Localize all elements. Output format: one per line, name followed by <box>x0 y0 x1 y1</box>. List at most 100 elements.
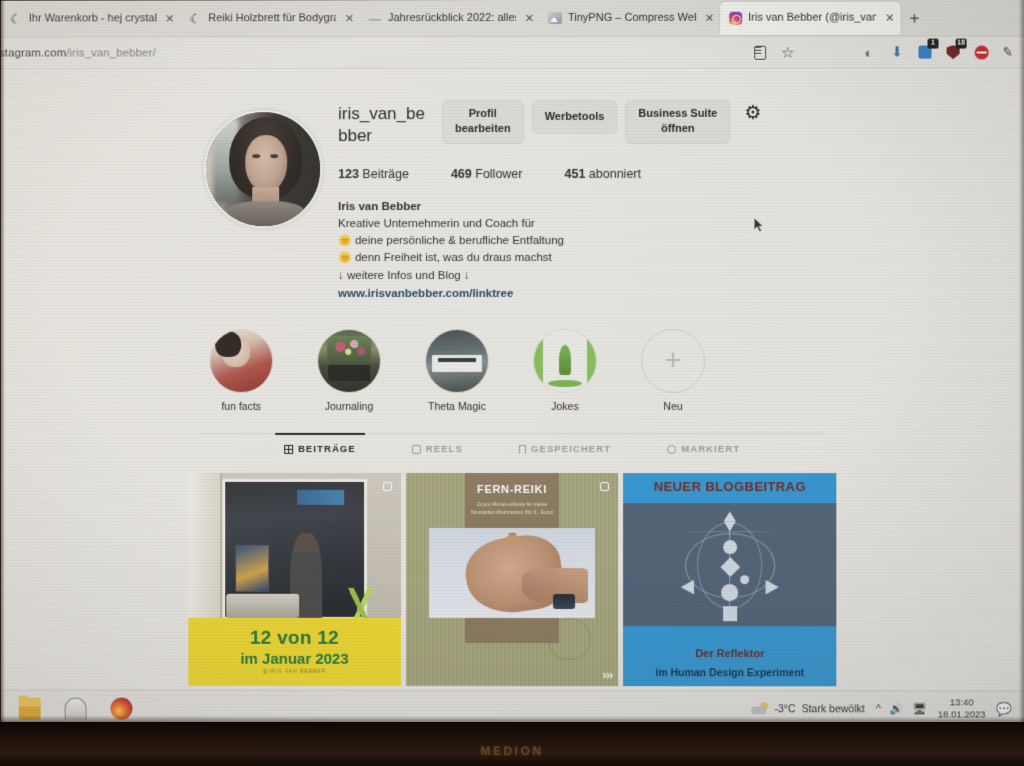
post-fern-reiki[interactable]: FERN-REIKI 2x pro Monat exklusiv für mei… <box>405 472 619 686</box>
clock-date: 18.01.2023 <box>937 708 986 721</box>
close-icon[interactable]: ✕ <box>342 12 354 25</box>
business-suite-line2: öffnen <box>661 122 695 135</box>
stat-posts[interactable]: 123 Beiträge <box>338 167 409 181</box>
address-bar[interactable]: stagram.com/iris_van_bebber/ <box>1 47 156 59</box>
moon-icon: ☾ <box>9 11 22 27</box>
highlight-thumbnail <box>317 329 382 393</box>
post-subtitle: 2x pro Monat exklusiv für meine Newslett… <box>471 501 553 517</box>
avatar[interactable] <box>204 110 323 229</box>
bookmark-star-icon[interactable]: ☆ <box>779 44 796 61</box>
tab-label: MARKIERT <box>681 444 741 456</box>
tab-title: Jahresrückblick 2022: alles Groß <box>388 11 516 25</box>
highlight-theta-magic[interactable]: Theta Magic <box>418 329 496 413</box>
bio-line-2: deine persönliche & berufliche Entfaltun… <box>354 234 564 248</box>
tab-markiert[interactable]: MARKIERT <box>667 444 740 464</box>
url-path: /iris_van_bebber/ <box>66 46 156 59</box>
tab-label: GESPEICHERT <box>530 444 612 456</box>
tagged-icon <box>667 445 677 455</box>
cloud-sun-icon <box>751 701 769 716</box>
weather-temperature: -3°C <box>774 702 796 715</box>
firefox-icon[interactable] <box>110 697 133 720</box>
clock-time: 13:40 <box>949 697 974 709</box>
highlight-journaling[interactable]: Journaling <box>310 329 388 413</box>
post-line2: im Human Design Experiment <box>655 667 805 680</box>
edit-profile-button[interactable]: Profil bearbeiten <box>442 99 524 144</box>
reels-icon <box>411 444 421 454</box>
browser-tab-0[interactable]: ☾ Ihr Warenkorb - hej crystal ✕ <box>1 3 181 34</box>
highlight-label: Jokes <box>551 401 579 414</box>
bio-display-name: Iris van Bebber <box>338 200 422 213</box>
highlight-label: fun facts <box>221 400 262 413</box>
close-icon[interactable]: ✕ <box>162 12 174 25</box>
pen-icon[interactable]: ✎ <box>1000 43 1016 60</box>
weather-widget[interactable]: -3°C Stark bewölkt <box>751 701 865 716</box>
bookmark-icon <box>518 445 526 455</box>
highlight-jokes[interactable]: Jokes <box>526 328 604 414</box>
browser-nav-bar: stagram.com/iris_van_bebber/ ☆ ◐ ⬇ 1 18 <box>0 36 1024 70</box>
browser-tab-1[interactable]: ☾ Reiki Holzbrett für Bodygraphs ✕ <box>180 3 360 34</box>
new-tab-button[interactable]: + <box>900 8 928 27</box>
network-icon[interactable]: 🖥 <box>913 702 927 715</box>
browser-tab-3[interactable]: TinyPNG – Compress WebP, PN ✕ <box>540 2 720 33</box>
carousel-arrows-icon: ››› <box>602 666 613 682</box>
shield-extension-icon[interactable]: 18 <box>945 38 967 61</box>
file-explorer-icon[interactable] <box>18 696 41 719</box>
tab-label: REELS <box>425 443 463 455</box>
pocket-icon[interactable]: ◐ <box>860 44 877 61</box>
stat-following[interactable]: 451 abonniert <box>565 166 642 180</box>
profile-tab-bar: BEITRÄGE REELS GESPEICHERT MARKIERT <box>200 432 825 465</box>
browser-tab-2[interactable]: — Jahresrückblick 2022: alles Groß ✕ <box>360 2 540 33</box>
browser-tab-4-active[interactable]: Iris van Bebber (@iris_van_bebb ✕ <box>720 1 901 35</box>
dash-icon: — <box>368 10 382 26</box>
close-icon[interactable]: ✕ <box>702 11 714 24</box>
instagram-profile-page: iris_van_bebber Profil bearbeiten Werbet… <box>0 69 1024 691</box>
close-icon[interactable]: ✕ <box>882 11 894 24</box>
sun-emoji-icon: 🌞 <box>338 235 352 248</box>
tab-gespeichert[interactable]: GESPEICHERT <box>518 444 612 464</box>
close-icon[interactable]: ✕ <box>522 11 534 24</box>
post-banner-line3: @IRIS VAN BEBBER <box>262 668 327 675</box>
blocker-icon[interactable] <box>973 44 990 61</box>
highlight-thumbnail <box>209 329 274 393</box>
monitor-bezel: MEDION <box>0 722 1024 766</box>
download-icon[interactable]: ⬇ <box>888 44 905 61</box>
extension-icon[interactable]: 1 <box>917 38 939 61</box>
highlight-fun-facts[interactable]: fun facts <box>202 329 280 413</box>
post-caption-banner: 12 von 12 im Januar 2023 @IRIS VAN BEBBE… <box>188 617 401 686</box>
highlight-new-button[interactable]: + Neu <box>634 328 712 413</box>
post-grid: 12 von 12 im Januar 2023 @IRIS VAN BEBBE… <box>188 464 837 691</box>
business-suite-button[interactable]: Business Suite öffnen <box>625 99 731 144</box>
plus-icon: + <box>664 343 682 378</box>
post-banner-line1: 12 von 12 <box>249 627 340 649</box>
tab-reels[interactable]: REELS <box>411 443 463 464</box>
bio-link[interactable]: www.irisvanbebber.com/linktree <box>338 286 836 303</box>
url-host: stagram.com <box>0 46 67 59</box>
edit-profile-line2: bearbeiten <box>455 122 511 135</box>
stat-followers-number: 469 <box>450 166 472 181</box>
notifications-icon[interactable]: 💬 <box>997 701 1013 717</box>
post-title: FERN-REIKI <box>477 483 547 496</box>
chevron-up-icon[interactable]: ^ <box>876 703 881 715</box>
volume-icon[interactable]: 🔊 <box>890 702 904 715</box>
post-12-von-12[interactable]: 12 von 12 im Januar 2023 @IRIS VAN BEBBE… <box>188 472 401 686</box>
post-title: NEUER BLOGBEITRAG <box>653 479 806 495</box>
carousel-badge-icon <box>381 480 394 493</box>
photographed-monitor: ☾ Ihr Warenkorb - hej crystal ✕ ☾ Reiki … <box>0 0 1024 766</box>
clock[interactable]: 13:40 18.01.2023 <box>938 697 986 721</box>
bio-line-3: denn Freiheit ist, was du draus machst <box>354 252 552 265</box>
windows-taskbar: -3°C Stark bewölkt ^ 🔊 🖥 13:40 18.01.202… <box>0 689 1024 727</box>
stat-followers[interactable]: 469 Follower <box>451 166 523 180</box>
highlight-thumbnail <box>425 329 490 393</box>
new-highlight-circle: + <box>641 328 706 394</box>
app-arch-icon[interactable] <box>64 697 87 720</box>
monitor-screen: ☾ Ihr Warenkorb - hej crystal ✕ ☾ Reiki … <box>0 0 1024 727</box>
gear-icon[interactable]: ⚙ <box>738 100 761 124</box>
edit-profile-line1: Profil <box>468 108 497 121</box>
reader-view-icon[interactable] <box>751 44 768 61</box>
tab-title: Reiki Holzbrett für Bodygraphs <box>208 12 336 25</box>
taskbar-system-tray: -3°C Stark bewölkt ^ 🔊 🖥 13:40 18.01.202… <box>751 697 1024 721</box>
post-neuer-blogbeitrag-reflektor[interactable]: NEUER BLOGBEITRAG Der Reflektor im Human… <box>623 473 837 686</box>
tab-beitraege[interactable]: BEITRÄGE <box>284 444 356 464</box>
profile-actions-row: iris_van_bebber Profil bearbeiten Werbet… <box>338 99 836 147</box>
ad-tools-button[interactable]: Werbetools <box>531 99 618 134</box>
